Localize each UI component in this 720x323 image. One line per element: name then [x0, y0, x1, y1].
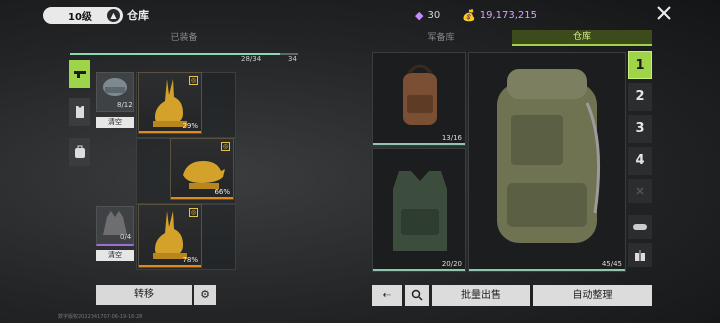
gem-counter: ◆ 30	[415, 9, 440, 22]
brown-backpack-icon	[403, 64, 437, 125]
bag-capacity: 45/45	[601, 260, 622, 268]
equipped-section-title: 已装备	[170, 33, 198, 43]
item-golden-rat[interactable]: ◎ 66%	[170, 138, 234, 200]
golden-rat-icon	[183, 161, 225, 189]
bag-capacity: 20/20	[441, 260, 462, 268]
close-icon	[636, 187, 644, 195]
page-tab-3[interactable]: 3	[628, 115, 652, 143]
search-icon	[411, 289, 423, 301]
close-button[interactable]	[655, 5, 673, 23]
rarity-badge-icon: ◎	[221, 142, 230, 151]
capacity-main: 28/34	[241, 55, 262, 63]
diamond-icon: ◆	[415, 9, 424, 22]
arrow-left-icon: ⇠	[382, 290, 392, 301]
level-up-icon: ▲	[107, 9, 120, 22]
batch-sell-button[interactable]: 批量出售	[432, 285, 530, 306]
slot-1-count: 8/12	[117, 101, 133, 109]
gift-tab[interactable]	[628, 243, 652, 267]
bag-slot-1[interactable]: 13/16	[372, 52, 466, 146]
search-button[interactable]	[405, 285, 429, 306]
capacity-bar	[70, 53, 298, 55]
backpack-icon	[74, 145, 85, 158]
gear-icon: ⚙	[200, 288, 210, 301]
auto-sort-button[interactable]: 自动整理	[533, 285, 652, 306]
level-label: 10级	[68, 12, 92, 23]
tab-weapon[interactable]	[69, 60, 90, 88]
large-backpack-icon	[497, 69, 601, 243]
bag-capacity: 13/16	[441, 134, 462, 142]
tab-bag[interactable]	[69, 138, 90, 166]
page-tab-2[interactable]: 2	[628, 83, 652, 111]
coin-value: 19,173,215	[479, 10, 537, 21]
item-percent: 66%	[214, 188, 230, 196]
coin-counter: 💰 19,173,215	[462, 9, 537, 22]
item-percent: 78%	[182, 256, 198, 264]
gun-icon	[73, 71, 86, 78]
currency-icon: 💰	[462, 9, 476, 22]
armor-helmet-icon	[103, 78, 127, 96]
vest-icon	[75, 106, 84, 118]
gift-icon	[635, 250, 645, 261]
locked-tab	[628, 179, 652, 203]
expand-tab[interactable]	[628, 215, 652, 239]
clear-button-1[interactable]: 清空	[96, 117, 134, 128]
item-percent: 29%	[182, 122, 198, 130]
tab-warehouse[interactable]: 仓库	[512, 30, 652, 46]
level-pill[interactable]: 10级 ▲	[43, 7, 123, 24]
slot-2-count: 0/4	[120, 233, 132, 241]
capacity-side: 34	[288, 55, 297, 63]
green-vest-icon	[393, 171, 447, 251]
toggle-icon	[633, 224, 647, 230]
item-golden-rabbit-2[interactable]: ◎ 78%	[138, 204, 202, 268]
version-text: 数字版权2022341707-06-19-16:28	[58, 314, 143, 320]
golden-rabbit-icon	[153, 211, 187, 259]
page-title: 仓库	[127, 9, 149, 22]
tab-armory[interactable]: 军备库	[370, 30, 512, 46]
rarity-badge-icon: ◎	[189, 76, 198, 85]
item-golden-rabbit-1[interactable]: ◎ 29%	[138, 72, 202, 134]
tab-armor[interactable]	[69, 98, 90, 126]
bag-slot-2[interactable]: 20/20	[372, 148, 466, 272]
bag-slot-3[interactable]: 45/45	[468, 52, 626, 272]
clear-button-2[interactable]: 清空	[96, 250, 134, 261]
settings-button[interactable]: ⚙	[194, 285, 216, 305]
gem-value: 30	[427, 10, 441, 21]
move-button[interactable]: 转移	[96, 285, 192, 305]
page-tab-4[interactable]: 4	[628, 147, 652, 175]
back-button[interactable]: ⇠	[372, 285, 402, 306]
rarity-badge-icon: ◎	[189, 208, 198, 217]
close-icon	[657, 6, 671, 20]
page-tab-1[interactable]: 1	[628, 51, 652, 79]
